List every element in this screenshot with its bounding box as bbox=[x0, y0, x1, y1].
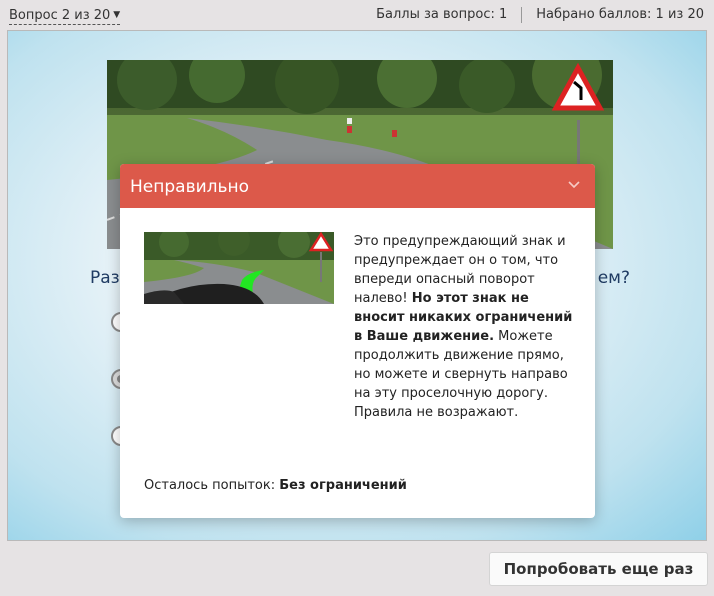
feedback-header: Неправильно bbox=[120, 164, 595, 208]
question-navigator-label: Вопрос 2 из 20 bbox=[9, 8, 111, 23]
feedback-image bbox=[144, 232, 334, 304]
feedback-title: Неправильно bbox=[130, 177, 250, 197]
chevron-down-icon[interactable] bbox=[567, 177, 581, 191]
caret-down-icon: ▼ bbox=[113, 10, 121, 20]
feedback-dialog: Неправильно Это предупреждающий знак и п… bbox=[120, 164, 595, 518]
points-total: Набрано баллов: 1 из 20 bbox=[536, 7, 704, 22]
attempts-left: Осталось попыток: Без ограничений bbox=[144, 478, 407, 493]
retry-button[interactable]: Попробовать еще раз bbox=[489, 552, 708, 586]
feedback-text: Это предупреждающий знак и предупреждает… bbox=[354, 232, 576, 422]
attempts-value: Без ограничений bbox=[279, 478, 407, 493]
points-per-question: Баллы за вопрос: 1 bbox=[376, 7, 508, 22]
score-info: Баллы за вопрос: 1 Набрано баллов: 1 из … bbox=[376, 7, 704, 23]
question-text-right: ем? bbox=[597, 268, 630, 288]
attempts-label: Осталось попыток: bbox=[144, 478, 280, 493]
top-bar: Вопрос 2 из 20 ▼ Баллы за вопрос: 1 Набра… bbox=[0, 0, 714, 30]
question-navigator[interactable]: Вопрос 2 из 20 ▼ bbox=[9, 7, 121, 25]
divider bbox=[521, 7, 523, 23]
question-text-left: Раз bbox=[90, 268, 120, 288]
